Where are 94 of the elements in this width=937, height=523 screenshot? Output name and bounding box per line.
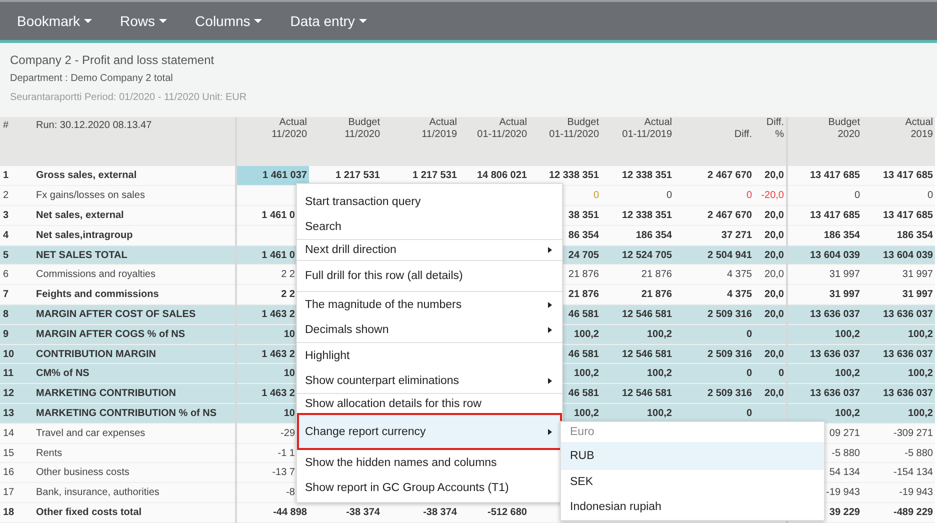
menu-item[interactable]: Full drill for this row (all details) [297,261,562,291]
menu-button[interactable]: Data entry [281,9,376,33]
number-cell [754,324,787,344]
row-label: MARKETING CONTRIBUTION % of NS [30,404,236,424]
submenu-arrow-icon [548,247,552,253]
number-cell: 100,2 [862,404,935,424]
menu-button[interactable]: Columns [186,9,272,33]
menu-item[interactable]: RUB [561,442,824,470]
row-number: 14 [0,423,30,444]
column-header: Diff. % [754,117,787,166]
number-cell: 13 604 039 [862,245,935,265]
report-title: Company 2 - Profit and loss statement [10,53,216,67]
row-number: 11 [0,364,30,384]
number-cell: 20,0 [754,384,787,404]
number-cell: 100,2 [601,324,674,344]
column-header: Actual 11/2019 [382,117,459,166]
submenu-arrow-icon [548,428,552,434]
number-cell: 100,2 [862,324,935,344]
number-cell: 12 524 705 [601,245,674,265]
submenu-arrow-icon [548,302,552,308]
number-cell: 20,0 [754,225,787,246]
submenu-arrow-icon [548,326,552,332]
number-cell: 13 636 037 [787,344,862,364]
column-header: Budget 2020 [787,117,862,166]
caret-icon [159,19,168,23]
column-header: Budget 11/2020 [309,117,382,166]
row-number: 18 [0,502,30,522]
number-cell: 100,2 [862,364,935,384]
row-label: CONTRIBUTION MARGIN [30,344,236,364]
row-number: 4 [0,225,30,246]
column-header: # [0,117,30,166]
menu-item[interactable]: Next drill direction [297,240,562,260]
column-header: Actual 01-11/2019 [601,117,674,166]
row-number: 3 [0,206,30,226]
row-label: Other fixed costs total [30,502,236,522]
row-label: MARKETING CONTRIBUTION [30,384,236,404]
row-label: CM% of NS [30,364,236,384]
submenu-arrow-icon [548,378,552,384]
number-cell: 2 504 941 [674,245,754,265]
number-cell: 12 546 581 [601,344,674,364]
row-label: NET SALES TOTAL [30,245,236,265]
row-number: 12 [0,384,30,404]
row-label: MARGIN AFTER COST OF SALES [30,304,236,324]
number-cell: 100,2 [601,364,674,384]
number-cell: -309 271 [862,423,935,444]
number-cell: 2 467 670 [674,206,754,226]
caret-icon [84,19,92,23]
column-header: Diff. [674,117,754,166]
period-label: Seurantaraportti Period: 01/2020 - 11/2020 Unit: EUR [10,92,248,103]
number-cell: 100,2 [787,324,862,344]
number-cell: 1 461 037 [236,166,309,186]
number-cell: 13 604 039 [787,245,862,265]
number-cell: 13 636 037 [862,384,935,404]
number-cell: 186 354 [862,225,935,246]
row-number: 13 [0,404,30,424]
menu-button[interactable]: Bookmark [8,9,102,33]
number-cell: 13 636 037 [862,304,935,324]
number-cell: 2 509 316 [674,304,754,324]
number-cell: 13 636 037 [787,304,862,324]
row-number: 10 [0,344,30,364]
number-cell: 0 [674,324,754,344]
number-cell: 12 546 581 [601,384,674,404]
number-cell: 13 636 037 [787,384,862,404]
number-cell: 20,0 [754,344,787,364]
number-cell: 13 636 037 [862,344,935,364]
number-cell: 0 [674,364,754,384]
number-cell: 0 [754,364,787,384]
number-cell: 37 271 [674,225,754,246]
caret-icon [254,19,262,23]
column-header: Budget 01-11/2020 [529,117,601,166]
number-cell: 2 509 316 [674,344,754,364]
row-label: MARGIN AFTER COGS % of NS [30,324,236,344]
column-header: Actual 2019 [862,117,935,166]
number-cell: -489 229 [862,502,935,522]
number-cell: 186 354 [601,225,674,246]
number-cell: 100,2 [787,404,862,424]
number-cell: 100,2 [787,364,862,384]
number-cell: 13 417 685 [862,206,935,226]
number-cell: 12 546 581 [601,304,674,324]
row-number: 8 [0,304,30,324]
menu-item[interactable]: Change report currency [297,413,562,450]
row-number: 5 [0,245,30,265]
number-cell: 20,0 [754,206,787,226]
number-cell: 20,0 [754,245,787,265]
number-cell: 20,0 [754,304,787,324]
column-header: Actual 11/2020 [236,117,309,166]
number-cell: 2 509 316 [674,384,754,404]
department-label: Department : Demo Company 2 total [10,73,174,84]
caret-icon [358,19,367,23]
column-header: Run: 30.12.2020 08.13.47 [30,117,236,166]
menu-button[interactable]: Rows [111,9,176,33]
number-cell: 12 338 351 [601,206,674,226]
column-header: Actual 01-11/2020 [459,117,529,166]
row-number: 9 [0,324,30,344]
